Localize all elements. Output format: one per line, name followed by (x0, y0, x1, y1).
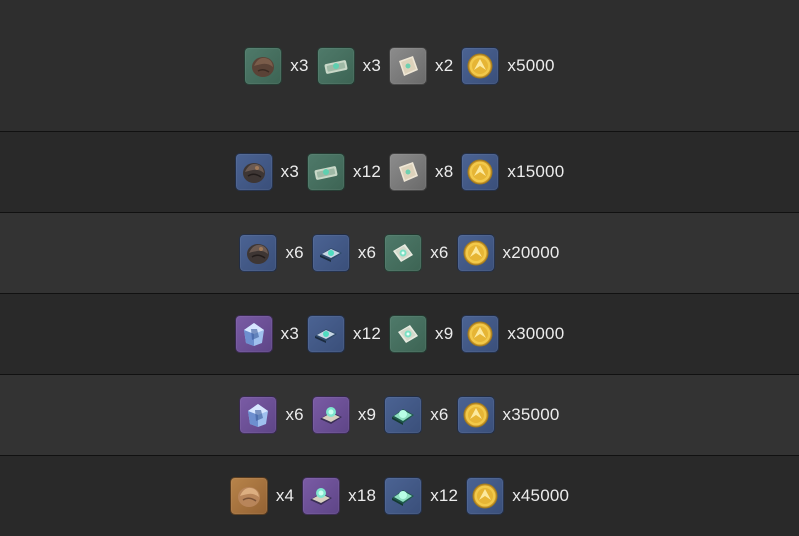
jade-tablet-icon (384, 477, 423, 515)
table-row: x6 x6 x6 x20000 (0, 213, 799, 294)
scroll-bundle-icon (307, 153, 345, 191)
material-item[interactable]: x30000 (461, 315, 564, 353)
material-item[interactable]: x2 (389, 46, 454, 85)
gold-coin-icon (461, 153, 500, 191)
brown-stone-icon (244, 46, 283, 85)
material-item[interactable]: x5000 (461, 46, 555, 85)
parchment-icon (389, 153, 428, 191)
material-item[interactable]: x3 (316, 46, 382, 85)
material-quantity: x18 (348, 486, 377, 505)
gold-coin-icon (461, 46, 500, 85)
scroll-bundle-icon (316, 46, 355, 85)
material-quantity: x3 (362, 55, 382, 75)
material-quantity: x35000 (502, 405, 560, 424)
material-quantity: x9 (435, 324, 454, 343)
material-quantity: x12 (430, 486, 459, 505)
material-quantity: x9 (357, 405, 377, 424)
material-quantity: x12 (353, 324, 382, 343)
material-quantity: x6 (430, 243, 449, 262)
material-item[interactable]: x12 (307, 315, 381, 353)
material-quantity: x2 (435, 55, 454, 75)
material-item[interactable]: x20000 (456, 234, 560, 272)
table-row: x4 x18 x12 x45000 (0, 456, 799, 536)
gold-coin-icon (456, 234, 495, 272)
material-quantity: x5000 (507, 55, 555, 75)
material-item[interactable]: x6 (311, 234, 377, 272)
material-item[interactable]: x6 (384, 396, 448, 434)
material-quantity: x6 (285, 243, 304, 262)
gold-coin-icon (466, 477, 505, 515)
ornate-tome-icon (311, 396, 350, 434)
material-item[interactable]: x18 (302, 477, 376, 515)
gold-coin-icon (456, 396, 495, 434)
crystal-stone-icon (234, 315, 273, 353)
material-quantity: x6 (357, 243, 377, 262)
material-quantity: x45000 (512, 486, 570, 505)
material-item[interactable]: x45000 (466, 477, 569, 515)
parchment-icon (389, 46, 428, 85)
material-item[interactable]: x3 (234, 315, 299, 353)
dark-stone-icon (234, 153, 273, 191)
material-quantity: x3 (280, 162, 299, 181)
golden-stone-icon (229, 477, 268, 515)
material-quantity: x3 (290, 55, 309, 75)
material-quantity: x6 (285, 405, 304, 424)
material-quantity: x6 (430, 405, 449, 424)
crystal-stone-icon (239, 396, 278, 434)
material-item[interactable]: x12 (384, 477, 458, 515)
table-row: x3 x12 x8 x15000 (0, 132, 799, 213)
material-item[interactable]: x35000 (456, 396, 560, 434)
material-quantity: x4 (275, 486, 295, 505)
parchment-gem-icon (389, 315, 428, 353)
table-row: x6 x9 x6 x35000 (0, 375, 799, 456)
material-quantity: x8 (435, 162, 454, 181)
material-item[interactable]: x3 (234, 153, 299, 191)
material-item[interactable]: x15000 (461, 153, 564, 191)
parchment-gem-icon (384, 234, 423, 272)
material-quantity: x20000 (502, 243, 560, 262)
material-quantity: x15000 (507, 162, 565, 181)
tome-icon (311, 234, 350, 272)
table-row: x3 x12 x9 x30000 (0, 294, 799, 375)
table-row: x3 x3 x2 x5000 (0, 0, 799, 132)
material-item[interactable]: x6 (384, 234, 448, 272)
material-item[interactable]: x3 (244, 46, 309, 85)
materials-table: x3 x3 x2 x5000 x3 x12 x8 x15000 x6 x6 x6 x20000 x3 x1… (0, 0, 799, 536)
ornate-tome-icon (302, 477, 341, 515)
gold-coin-icon (461, 315, 500, 353)
material-quantity: x30000 (507, 324, 565, 343)
material-item[interactable]: x8 (389, 153, 453, 191)
jade-tablet-icon (384, 396, 423, 434)
material-item[interactable]: x9 (311, 396, 377, 434)
material-item[interactable]: x6 (239, 234, 304, 272)
material-item[interactable]: x6 (239, 396, 304, 434)
tome-icon (307, 315, 345, 353)
dark-stone-icon (239, 234, 278, 272)
material-quantity: x3 (280, 324, 299, 343)
material-item[interactable]: x12 (307, 153, 381, 191)
material-item[interactable]: x9 (389, 315, 453, 353)
material-item[interactable]: x4 (229, 477, 295, 515)
material-quantity: x12 (353, 162, 382, 181)
